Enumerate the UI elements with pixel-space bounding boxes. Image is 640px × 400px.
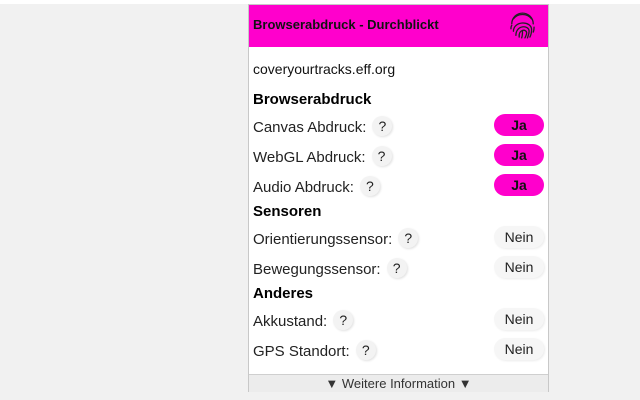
row-label-audio: Audio Abdruck:? <box>253 176 380 196</box>
row-label-canvas: Canvas Abdruck:? <box>253 116 393 136</box>
row-label-gps: GPS Standort:? <box>253 340 376 360</box>
row-audio-fingerprint: Audio Abdruck:? Ja <box>253 174 546 196</box>
row-gps-location: GPS Standort:? Nein <box>253 338 546 360</box>
row-canvas-fingerprint: Canvas Abdruck:? Ja <box>253 114 546 136</box>
status-badge: Nein <box>494 226 544 248</box>
site-url: coveryourtracks.eff.org <box>253 61 396 77</box>
status-badge: Ja <box>494 114 544 136</box>
row-webgl-fingerprint: WebGL Abdruck:? Ja <box>253 144 546 166</box>
extension-popup: Browserabdruck - Durchblickt coveryourtr… <box>248 4 549 392</box>
more-info-toggle[interactable]: ▼ Weitere Information ▼ <box>249 374 548 392</box>
popup-title: Browserabdruck - Durchblickt <box>253 17 439 32</box>
row-motion-sensor: Bewegungssensor:? Nein <box>253 256 546 278</box>
row-label-motion: Bewegungssensor:? <box>253 258 407 278</box>
status-badge: Ja <box>494 144 544 166</box>
help-button[interactable]: ? <box>371 146 392 166</box>
help-button[interactable]: ? <box>333 310 354 330</box>
row-label-webgl: WebGL Abdruck:? <box>253 146 392 166</box>
section-title-anderes: Anderes <box>253 285 314 302</box>
section-title-sensoren: Sensoren <box>253 203 322 220</box>
fingerprint-icon <box>510 12 535 39</box>
row-orientation-sensor: Orientierungssensor:? Nein <box>253 226 546 248</box>
help-button[interactable]: ? <box>359 176 380 196</box>
row-battery: Akkustand:? Nein <box>253 308 546 330</box>
help-button[interactable]: ? <box>398 228 419 248</box>
help-button[interactable]: ? <box>355 340 376 360</box>
help-button[interactable]: ? <box>372 116 393 136</box>
status-badge: Ja <box>494 174 544 196</box>
section-title-browserabdruck: Browserabdruck <box>253 91 372 108</box>
status-badge: Nein <box>494 338 544 360</box>
row-label-orientation: Orientierungssensor:? <box>253 228 419 248</box>
help-button[interactable]: ? <box>386 258 407 278</box>
popup-header: Browserabdruck - Durchblickt <box>249 5 548 47</box>
row-label-battery: Akkustand:? <box>253 310 354 330</box>
status-badge: Nein <box>494 308 544 330</box>
status-badge: Nein <box>494 256 544 278</box>
